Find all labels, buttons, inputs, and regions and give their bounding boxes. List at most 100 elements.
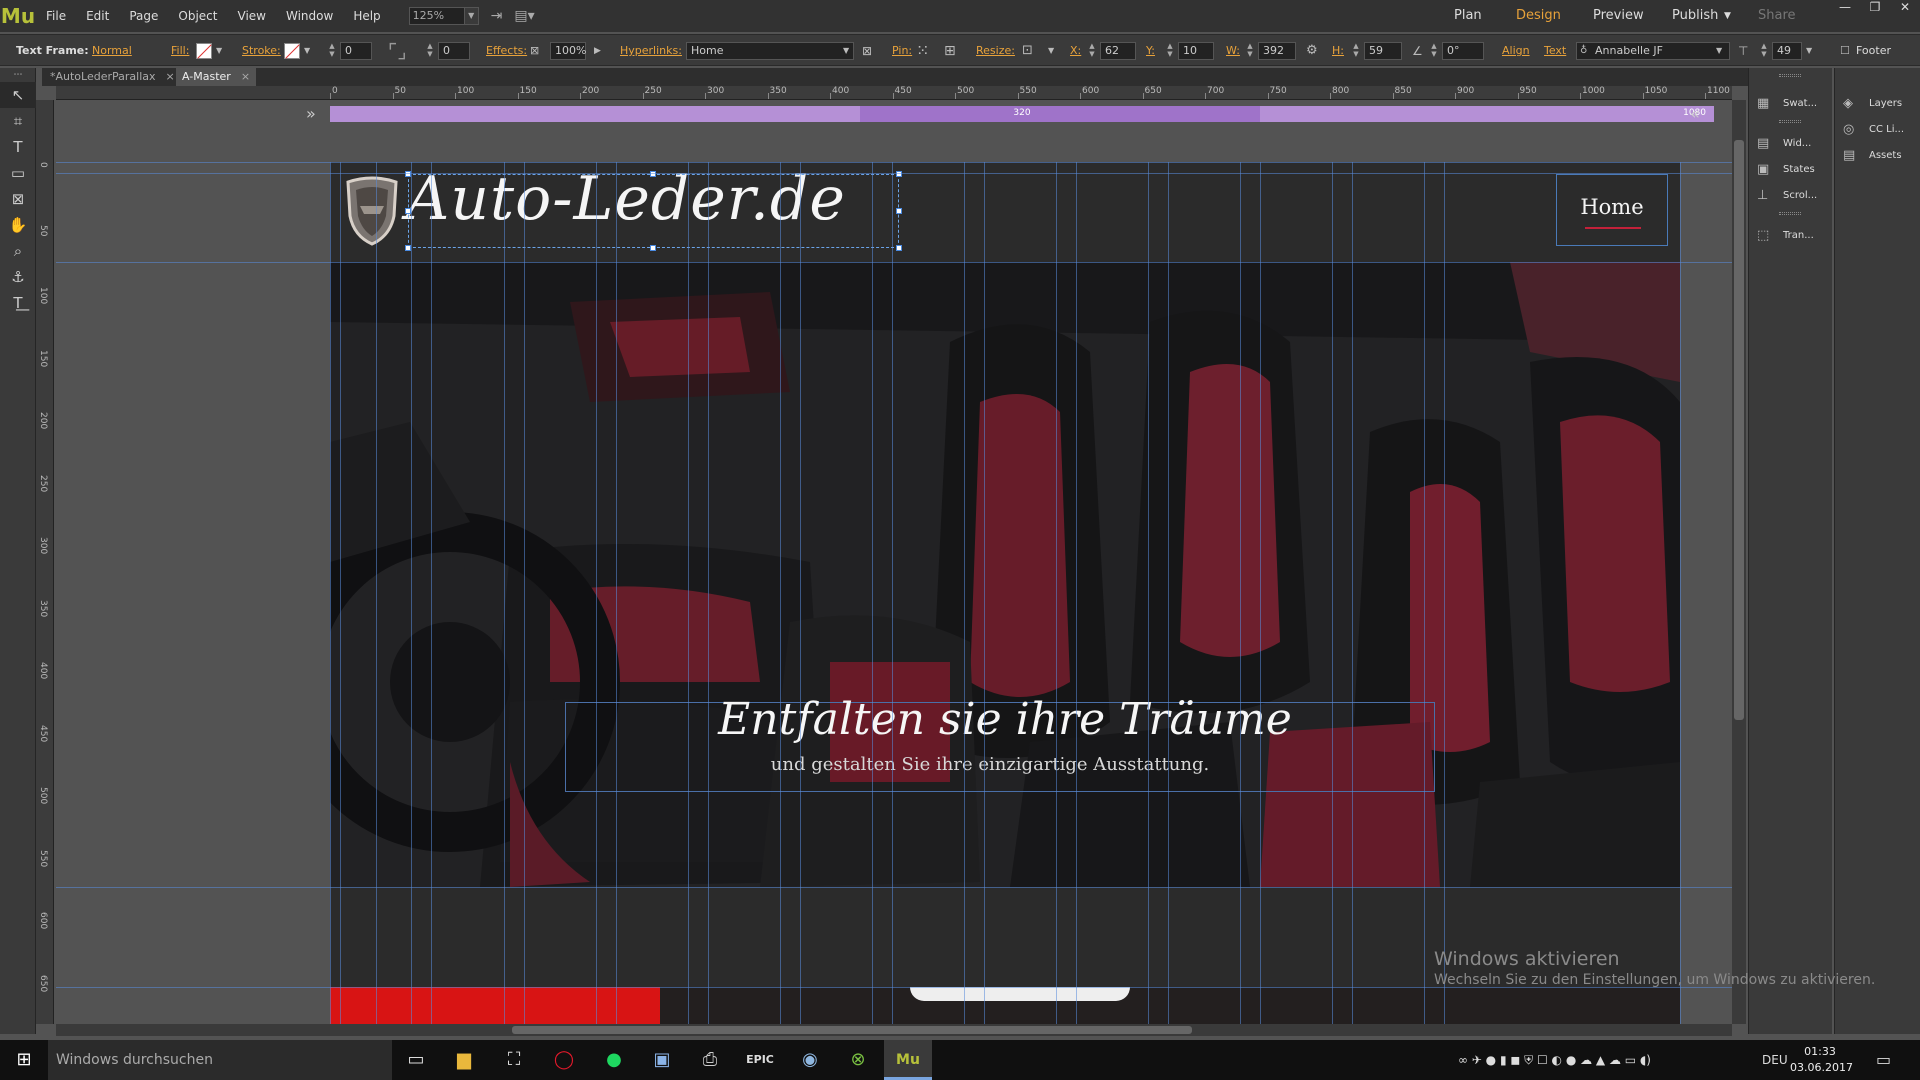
fill-label[interactable]: Fill: xyxy=(171,35,189,67)
effects-icon[interactable]: ⊠ xyxy=(530,35,539,67)
tab-close-icon[interactable]: × xyxy=(241,70,250,83)
panel-grip-icon[interactable] xyxy=(1779,212,1801,215)
xbox-icon[interactable]: ⊗ xyxy=(834,1040,882,1080)
panel-widgets[interactable]: ▤ Wid... xyxy=(1757,132,1811,154)
mode-plan[interactable]: Plan xyxy=(1454,0,1482,32)
task-view-icon[interactable]: ▭ xyxy=(392,1040,440,1080)
zoom-input[interactable]: 125% xyxy=(408,7,465,25)
mode-publish[interactable]: Publish xyxy=(1672,0,1718,32)
fill-swatch[interactable] xyxy=(196,43,212,59)
breakpoint-left-icon[interactable]: » xyxy=(306,104,316,123)
rectangle-tool-icon[interactable]: ▭ xyxy=(0,160,36,186)
text-tool-icon[interactable]: T xyxy=(0,134,36,160)
view-mode-icon[interactable]: ⇥ xyxy=(491,8,503,24)
clear-link-icon[interactable]: ⊠ xyxy=(862,35,872,67)
crop-tool-icon[interactable]: ⌗ xyxy=(0,108,36,134)
next-section-image[interactable] xyxy=(330,987,1680,1024)
menu-view[interactable]: View xyxy=(228,0,276,32)
resize-dropdown-icon[interactable]: ▼ xyxy=(1048,35,1054,67)
tray-icons[interactable]: ∞ ✈ ● ▮ ◼ ⛨ ☐ ◐ ● ☁ ▲ ☁ ▭ ◖) xyxy=(1458,1040,1651,1080)
selected-text-frame[interactable] xyxy=(405,171,902,251)
horizontal-scrollbar[interactable] xyxy=(56,1024,1732,1036)
pin-center-icon[interactable]: ⊞ xyxy=(944,35,956,67)
corner-radius-field[interactable]: 0 xyxy=(438,42,470,60)
design-canvas[interactable]: » 320 1080 « Auto-Leder.de Home Entfalte… xyxy=(56,100,1732,1024)
hero-image[interactable]: Entfalten sie ihre Träume und gestalten … xyxy=(330,262,1680,887)
panel-grip-icon[interactable] xyxy=(1779,120,1801,123)
resize-handle[interactable] xyxy=(896,171,902,177)
font-size-field[interactable]: 49 xyxy=(1772,42,1802,60)
breakpoint-bar[interactable]: 320 1080 xyxy=(330,106,1714,122)
y-spinner-icon[interactable]: ▲ ▼ xyxy=(1164,42,1176,60)
menu-object[interactable]: Object xyxy=(168,0,227,32)
font-select[interactable]: Annabelle JF xyxy=(1576,42,1730,60)
notification-icon[interactable]: ▭ xyxy=(1876,1040,1891,1080)
fill-stroke-text-icon[interactable]: T͟ xyxy=(0,290,36,316)
hyperlinks-label[interactable]: Hyperlinks: xyxy=(620,35,682,67)
panel-layers[interactable]: ◈ Layers xyxy=(1843,92,1902,114)
resize-handle[interactable] xyxy=(896,245,902,251)
nav-home-button[interactable]: Home xyxy=(1556,174,1668,246)
text-frame-style[interactable]: Normal xyxy=(92,35,132,67)
resize-mode-icon[interactable]: ⊡ xyxy=(1022,35,1033,67)
spotify-icon[interactable]: ● xyxy=(590,1040,638,1080)
w-spinner-icon[interactable]: ▲ ▼ xyxy=(1244,42,1256,60)
file-explorer-icon[interactable]: ▆ xyxy=(440,1040,488,1080)
font-dropdown-icon[interactable]: ▼ xyxy=(1716,35,1722,67)
stroke-swatch[interactable] xyxy=(284,43,300,59)
effects-label[interactable]: Effects: xyxy=(486,35,527,67)
tab-a-master[interactable]: A-Master × xyxy=(176,68,257,86)
x-spinner-icon[interactable]: ▲ ▼ xyxy=(1086,42,1098,60)
fill-dropdown-icon[interactable]: ▼ xyxy=(216,35,222,67)
menu-help[interactable]: Help xyxy=(343,0,390,32)
mode-share[interactable]: Share xyxy=(1758,0,1796,32)
stroke-width-field[interactable]: 0 xyxy=(340,42,372,60)
vertical-scroll-thumb[interactable] xyxy=(1734,140,1744,720)
panel-scroll-effects[interactable]: ⊥ Scrol... xyxy=(1757,184,1817,206)
resize-handle[interactable] xyxy=(650,245,656,251)
hero-subline[interactable]: und gestalten Sie ihre einzigartige Auss… xyxy=(330,754,1680,775)
anchor-tool-icon[interactable]: ⚓ xyxy=(0,264,36,290)
mode-design[interactable]: Design xyxy=(1516,0,1561,32)
publish-dropdown-icon[interactable]: ▼ xyxy=(1724,0,1731,32)
resize-label[interactable]: Resize: xyxy=(976,35,1015,67)
panel-assets[interactable]: ▤ Assets xyxy=(1843,144,1902,166)
document-app-icon[interactable]: ▣ xyxy=(638,1040,686,1080)
footer-checkbox[interactable]: ☐ xyxy=(1840,35,1850,67)
hyperlink-select[interactable]: Home xyxy=(686,42,854,60)
corner-spinner-icon[interactable]: ▲ ▼ xyxy=(424,42,436,60)
store-icon[interactable]: ⛶ xyxy=(490,1040,538,1080)
x-field[interactable]: 62 xyxy=(1100,42,1136,60)
steam-icon[interactable]: ◉ xyxy=(786,1040,834,1080)
stroke-dropdown-icon[interactable]: ▼ xyxy=(304,35,310,67)
y-field[interactable]: 10 xyxy=(1178,42,1214,60)
panel-cc-libraries[interactable]: ◎ CC Li... xyxy=(1843,118,1904,140)
panel-states[interactable]: ▣ States xyxy=(1757,158,1815,180)
h-spinner-icon[interactable]: ▲ ▼ xyxy=(1350,42,1362,60)
menu-file[interactable]: File xyxy=(36,0,76,32)
taskbar-clock[interactable]: 01:33 03.06.2017 xyxy=(1790,1044,1853,1076)
close-icon[interactable]: ✕ xyxy=(1890,0,1920,20)
stroke-label[interactable]: Stroke: xyxy=(242,35,281,67)
font-size-dropdown-icon[interactable]: ▼ xyxy=(1806,35,1812,67)
mode-preview[interactable]: Preview xyxy=(1593,0,1644,32)
text-label[interactable]: Text xyxy=(1544,35,1566,67)
image-frame-tool-icon[interactable]: ⊠ xyxy=(0,186,36,212)
resize-handle[interactable] xyxy=(896,208,902,214)
zoom-tool-icon[interactable]: ⌕ xyxy=(0,238,36,264)
opera-icon[interactable]: ◯ xyxy=(540,1040,588,1080)
opacity-arrow-icon[interactable]: ▶ xyxy=(594,35,601,67)
h-field[interactable]: 59 xyxy=(1364,42,1402,60)
hero-headline[interactable]: Entfalten sie ihre Träume xyxy=(330,694,1680,745)
tab-close-icon[interactable]: × xyxy=(166,70,175,83)
hand-tool-icon[interactable]: ✋ xyxy=(0,212,36,238)
menu-edit[interactable]: Edit xyxy=(76,0,119,32)
panel-grip-icon[interactable] xyxy=(1779,74,1801,77)
align-label[interactable]: Align xyxy=(1502,35,1530,67)
menu-page[interactable]: Page xyxy=(119,0,168,32)
resize-handle[interactable] xyxy=(650,171,656,177)
tab-autolederparallax[interactable]: *AutoLederParallax × xyxy=(44,68,181,86)
pin-label[interactable]: Pin: xyxy=(892,35,912,67)
horizontal-scroll-thumb[interactable] xyxy=(512,1026,1192,1034)
panel-swatches[interactable]: ▦ Swat... xyxy=(1757,92,1817,114)
